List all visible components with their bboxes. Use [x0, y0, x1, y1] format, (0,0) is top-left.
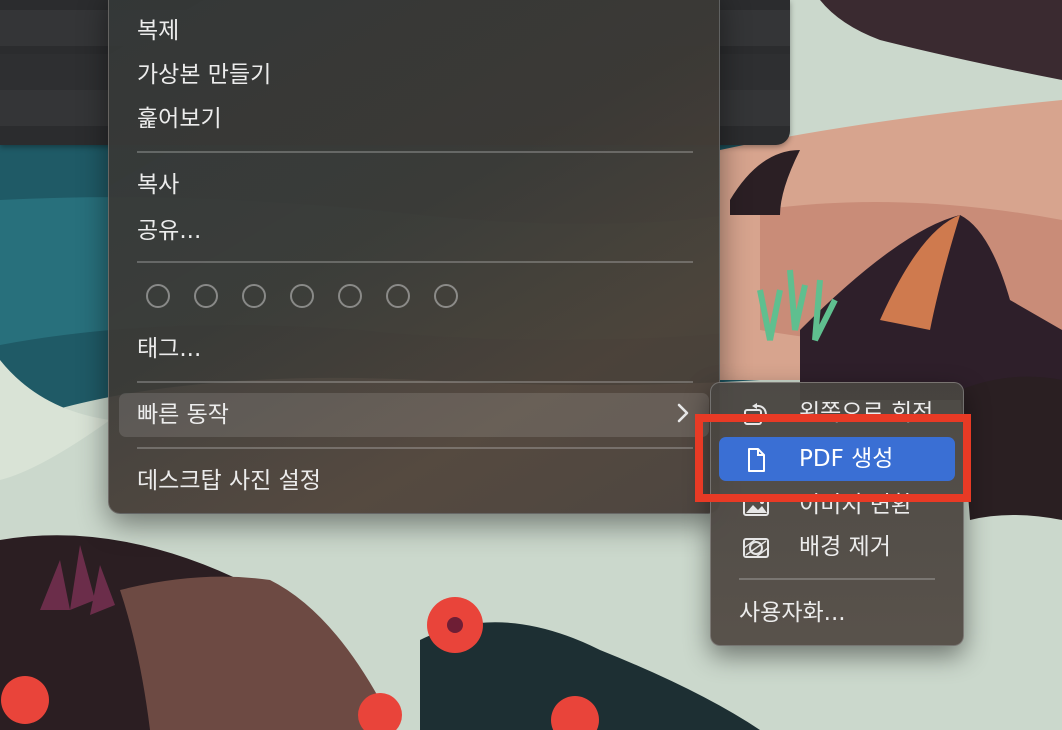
menu-separator: [137, 151, 693, 153]
menu-separator: [137, 381, 693, 383]
tag-color-6[interactable]: [386, 284, 410, 308]
tag-color-3[interactable]: [242, 284, 266, 308]
submenu-separator: [739, 578, 935, 580]
annotation-highlight-box: [695, 414, 971, 502]
menu-item-tags[interactable]: 태그...: [119, 329, 709, 369]
remove-background-icon: [743, 538, 769, 558]
menu-item-duplicate[interactable]: 복제: [119, 11, 709, 51]
menu-item-quick-actions[interactable]: 빠른 동작: [119, 393, 709, 437]
menu-item-quick-look[interactable]: 훑어보기: [119, 99, 709, 139]
submenu-item-customize[interactable]: 사용자화...: [719, 591, 955, 635]
menu-separator: [137, 261, 693, 263]
tag-color-2[interactable]: [194, 284, 218, 308]
menu-item-make-alias[interactable]: 가상본 만들기: [119, 55, 709, 95]
tag-color-5[interactable]: [338, 284, 362, 308]
chevron-right-icon: [677, 403, 689, 423]
submenu-item-label: 배경 제거: [799, 534, 891, 560]
menu-separator: [137, 447, 693, 449]
menu-item-share[interactable]: 공유...: [119, 211, 709, 251]
tag-color-7[interactable]: [434, 284, 458, 308]
quick-actions-label: 빠른 동작: [137, 402, 229, 428]
tag-color-1[interactable]: [146, 284, 170, 308]
submenu-item-remove-background[interactable]: 배경 제거: [719, 525, 955, 569]
menu-item-set-desktop-picture[interactable]: 데스크탑 사진 설정: [119, 461, 709, 501]
context-menu: 복제 가상본 만들기 훑어보기 복사 공유... 태그... 빠른 동작 데스크…: [108, 0, 720, 514]
menu-item-copy[interactable]: 복사: [119, 165, 709, 205]
tag-color-4[interactable]: [290, 284, 314, 308]
